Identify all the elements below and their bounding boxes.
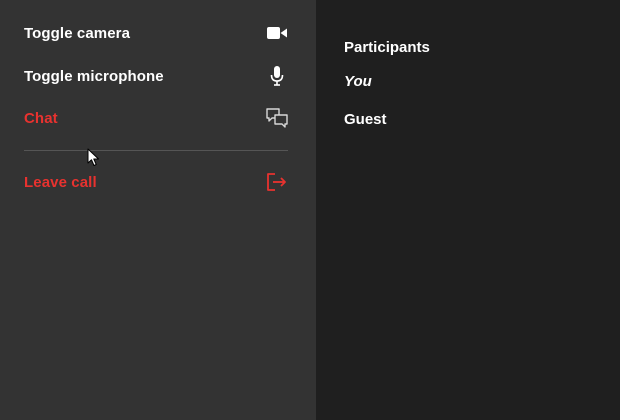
call-window: Toggle camera Toggle microphone Chat Lea… <box>0 0 620 420</box>
chat-label: Chat <box>24 109 58 127</box>
toggle-camera-label: Toggle camera <box>24 24 131 42</box>
menu-divider <box>24 150 288 151</box>
participant-you: You <box>344 73 372 90</box>
video-camera-icon <box>266 22 288 44</box>
microphone-icon <box>266 65 288 87</box>
leave-call-label: Leave call <box>24 173 97 191</box>
leave-call-button[interactable]: Leave call <box>24 169 288 195</box>
chat-icon <box>266 107 288 129</box>
mouse-pointer-icon <box>87 148 99 166</box>
toggle-camera-button[interactable]: Toggle camera <box>24 20 288 46</box>
participant-guest: Guest <box>344 111 387 128</box>
toggle-microphone-button[interactable]: Toggle microphone <box>24 63 288 89</box>
chat-button[interactable]: Chat <box>24 105 288 131</box>
toggle-microphone-label: Toggle microphone <box>24 67 164 85</box>
participants-title: Participants <box>344 39 430 56</box>
participants-panel: Participants You Guest <box>316 0 620 420</box>
call-menu-panel: Toggle camera Toggle microphone Chat Lea… <box>0 0 316 420</box>
leave-icon <box>266 171 288 193</box>
